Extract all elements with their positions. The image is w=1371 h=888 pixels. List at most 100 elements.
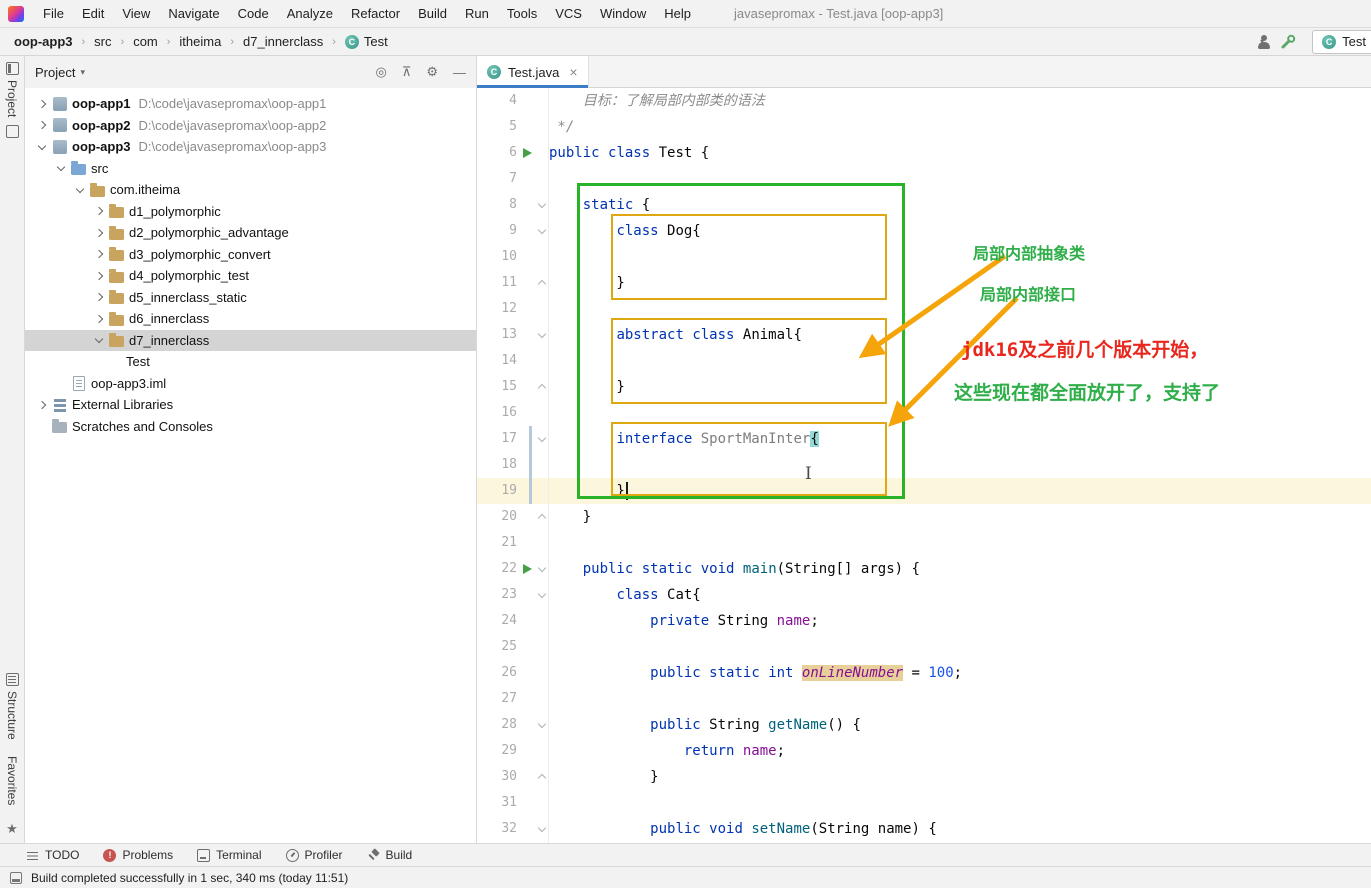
code-line-21[interactable]: 21 xyxy=(477,530,1371,556)
code-line-5[interactable]: 5 */ xyxy=(477,114,1371,140)
code-line-26[interactable]: 26 public static int onLineNumber = 100; xyxy=(477,660,1371,686)
gutter[interactable]: 18 xyxy=(477,452,549,478)
code-line-31[interactable]: 31 xyxy=(477,790,1371,816)
code-line-6[interactable]: 6 public class Test { xyxy=(477,140,1371,166)
menu-code[interactable]: Code xyxy=(229,0,278,27)
chevron-right-icon[interactable] xyxy=(90,246,107,262)
menu-run[interactable]: Run xyxy=(456,0,498,27)
gutter[interactable]: 7 xyxy=(477,166,549,192)
code-line-29[interactable]: 29 return name; xyxy=(477,738,1371,764)
gutter[interactable]: 21 xyxy=(477,530,549,556)
build-status-icon[interactable] xyxy=(10,871,22,884)
menu-help[interactable]: Help xyxy=(655,0,700,27)
tree-item-d4-polymorphic-test[interactable]: d4_polymorphic_test xyxy=(25,265,476,287)
fold-down-icon[interactable] xyxy=(535,591,549,599)
gutter[interactable]: 29 xyxy=(477,738,549,764)
tool-button-build[interactable]: Build xyxy=(367,848,413,862)
gutter[interactable]: 24 xyxy=(477,608,549,634)
code-line-30[interactable]: 30 } xyxy=(477,764,1371,790)
menu-analyze[interactable]: Analyze xyxy=(278,0,342,27)
commander-tool-icon[interactable] xyxy=(5,125,19,139)
tree-item-oop-app3[interactable]: oop-app3 D:\code\javasepromax\oop-app3 xyxy=(25,136,476,158)
tab-test-java[interactable]: Test.java × xyxy=(477,56,589,88)
chevron-right-icon[interactable] xyxy=(90,203,107,219)
breadcrumb-item-d7-innerclass[interactable]: d7_innerclass xyxy=(241,34,325,49)
gutter[interactable]: 10 xyxy=(477,244,549,270)
menu-window[interactable]: Window xyxy=(591,0,655,27)
gutter[interactable]: 4 xyxy=(477,88,549,114)
tree-item-src[interactable]: src xyxy=(25,158,476,180)
chevron-right-icon[interactable] xyxy=(33,96,50,112)
code-line-15[interactable]: 15 } xyxy=(477,374,1371,400)
chevron-right-icon[interactable] xyxy=(33,117,50,133)
tool-button-terminal[interactable]: Terminal xyxy=(197,848,262,862)
chevron-right-icon[interactable] xyxy=(90,225,107,241)
gutter[interactable]: 14 xyxy=(477,348,549,374)
tool-button-problems[interactable]: Problems xyxy=(103,848,173,862)
gutter[interactable]: 16 xyxy=(477,400,549,426)
menu-edit[interactable]: Edit xyxy=(73,0,113,27)
fold-up-icon[interactable] xyxy=(535,279,549,287)
code-line-8[interactable]: 8 static { xyxy=(477,192,1371,218)
tree-item-scratches-and-consoles[interactable]: Scratches and Consoles xyxy=(25,416,476,438)
gutter[interactable]: 30 xyxy=(477,764,549,790)
chevron-right-icon[interactable] xyxy=(33,397,50,413)
tool-button-project[interactable]: Project xyxy=(5,62,19,117)
gutter[interactable]: 11 xyxy=(477,270,549,296)
tool-button-todo[interactable]: TODO xyxy=(26,848,79,862)
gutter[interactable]: 13 xyxy=(477,322,549,348)
settings-icon[interactable]: ⚙ xyxy=(426,64,438,80)
gutter[interactable]: 5 xyxy=(477,114,549,140)
tree-item-d2-polymorphic-advantage[interactable]: d2_polymorphic_advantage xyxy=(25,222,476,244)
chevron-right-icon[interactable] xyxy=(90,268,107,284)
code-line-13[interactable]: 13 abstract class Animal{ xyxy=(477,322,1371,348)
fold-down-icon[interactable] xyxy=(535,721,549,729)
star-icon[interactable]: ★ xyxy=(6,821,18,837)
code-line-19[interactable]: 19 } xyxy=(477,478,1371,504)
menu-navigate[interactable]: Navigate xyxy=(159,0,228,27)
tree-item-d3-polymorphic-convert[interactable]: d3_polymorphic_convert xyxy=(25,244,476,266)
code-line-14[interactable]: 14 xyxy=(477,348,1371,374)
code-line-27[interactable]: 27 xyxy=(477,686,1371,712)
fold-down-icon[interactable] xyxy=(535,565,549,573)
gutter[interactable]: 31 xyxy=(477,790,549,816)
chevron-right-icon[interactable] xyxy=(90,289,107,305)
fold-up-icon[interactable] xyxy=(535,773,549,781)
code-line-23[interactable]: 23 class Cat{ xyxy=(477,582,1371,608)
gutter[interactable]: 32 xyxy=(477,816,549,842)
code-line-9[interactable]: 9 class Dog{ xyxy=(477,218,1371,244)
tree-item-external-libraries[interactable]: External Libraries xyxy=(25,394,476,416)
menu-view[interactable]: View xyxy=(113,0,159,27)
tree-item-d5-innerclass-static[interactable]: d5_innerclass_static xyxy=(25,287,476,309)
gutter[interactable]: 17 xyxy=(477,426,549,452)
gutter[interactable]: 9 xyxy=(477,218,549,244)
gutter[interactable]: 12 xyxy=(477,296,549,322)
gutter[interactable]: 23 xyxy=(477,582,549,608)
gutter[interactable]: 26 xyxy=(477,660,549,686)
tool-button-profiler[interactable]: Profiler xyxy=(285,848,343,862)
gutter[interactable]: 28 xyxy=(477,712,549,738)
fold-down-icon[interactable] xyxy=(535,331,549,339)
fold-down-icon[interactable] xyxy=(535,201,549,209)
project-panel-title-dropdown[interactable]: Project ▾ xyxy=(35,65,85,80)
tree-item-oop-app1[interactable]: oop-app1 D:\code\javasepromax\oop-app1 xyxy=(25,93,476,115)
tree-item-d6-innerclass[interactable]: d6_innerclass xyxy=(25,308,476,330)
breadcrumb-item-test[interactable]: Test xyxy=(343,34,390,49)
collapse-all-icon[interactable]: ⊼ xyxy=(402,64,412,80)
fold-up-icon[interactable] xyxy=(535,383,549,391)
code-line-10[interactable]: 10 xyxy=(477,244,1371,270)
code-line-18[interactable]: 18 xyxy=(477,452,1371,478)
code-line-16[interactable]: 16 xyxy=(477,400,1371,426)
menu-build[interactable]: Build xyxy=(409,0,456,27)
code-line-17[interactable]: 17 interface SportManInter{ xyxy=(477,426,1371,452)
gutter[interactable]: 8 xyxy=(477,192,549,218)
code-line-22[interactable]: 22 public static void main(String[] args… xyxy=(477,556,1371,582)
gutter[interactable]: 19 xyxy=(477,478,549,504)
fold-down-icon[interactable] xyxy=(535,435,549,443)
tree-item-d7-innerclass[interactable]: d7_innerclass xyxy=(25,329,476,351)
tool-button-favorites[interactable]: Favorites xyxy=(5,756,19,805)
code-line-20[interactable]: 20 } xyxy=(477,504,1371,530)
breadcrumb-item-src[interactable]: src xyxy=(92,34,113,49)
chevron-down-icon[interactable] xyxy=(52,160,69,176)
code-area[interactable]: 4 目标：了解局部内部类的语法 5 */6 public class Test {7… xyxy=(477,88,1371,843)
